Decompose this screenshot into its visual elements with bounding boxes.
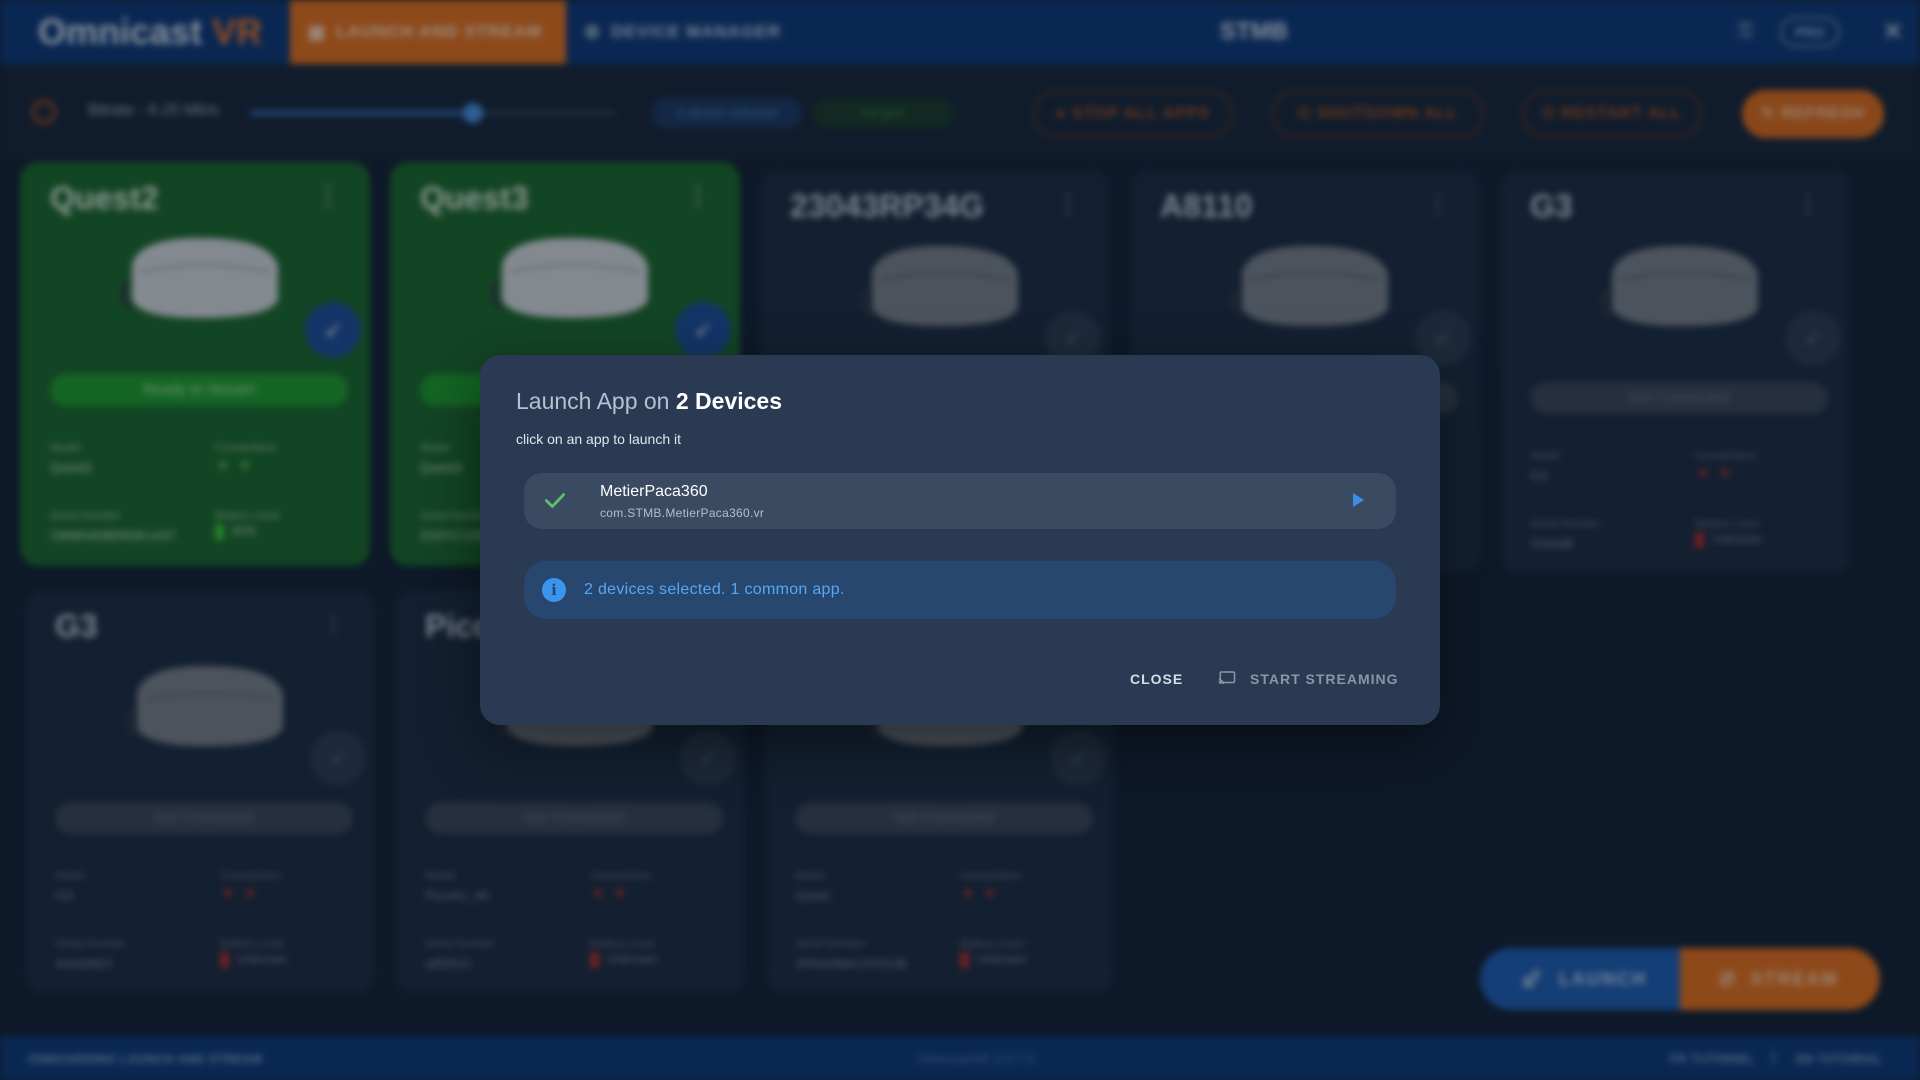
close-button[interactable]: CLOSE — [1130, 671, 1183, 687]
info-icon: i — [542, 578, 566, 602]
app-name: MetierPaca360 — [600, 483, 708, 500]
app-package: com.STMB.MetierPaca360.vr — [600, 506, 765, 520]
dialog-title: Launch App on 2 Devices — [516, 388, 782, 415]
info-message: 2 devices selected. 1 common app. — [584, 581, 845, 598]
start-streaming-button[interactable]: START STREAMING — [1218, 671, 1399, 687]
app-list-item[interactable]: MetierPaca360 com.STMB.MetierPaca360.vr — [524, 473, 1396, 529]
dialog-title-prefix: Launch App on — [516, 388, 670, 414]
launch-app-dialog: Launch App on 2 Devices click on an app … — [480, 355, 1440, 725]
check-icon — [544, 493, 566, 508]
dialog-subtitle: click on an app to launch it — [516, 431, 681, 447]
cast-icon — [1218, 671, 1236, 685]
start-streaming-label: START STREAMING — [1250, 671, 1399, 687]
info-banner: i 2 devices selected. 1 common app. — [524, 561, 1396, 619]
dialog-title-count: 2 Devices — [675, 388, 783, 414]
play-icon[interactable] — [1353, 493, 1364, 507]
